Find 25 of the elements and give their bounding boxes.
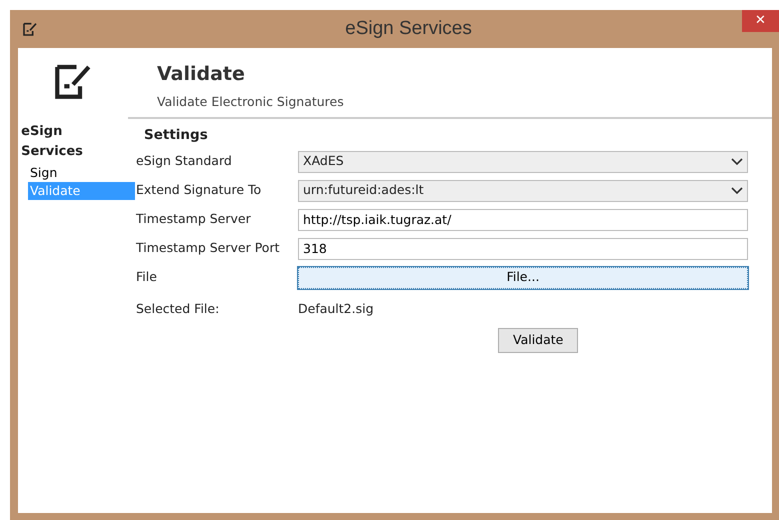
chevron-down-icon bbox=[731, 158, 743, 166]
field-label: Timestamp Server Port bbox=[136, 239, 280, 258]
dropdown-value: XAdES bbox=[303, 152, 344, 170]
dropdown[interactable]: urn:futureid:ades:lt bbox=[298, 180, 748, 202]
chevron-down-icon bbox=[731, 186, 743, 194]
field-label: Timestamp Server bbox=[136, 210, 252, 228]
input-field[interactable]: 318 bbox=[298, 238, 748, 260]
close-button[interactable]: ✕ bbox=[742, 10, 779, 32]
page-subtitle: Validate Electronic Signatures bbox=[157, 92, 345, 111]
field-label: eSign Standard bbox=[136, 152, 233, 170]
page-title: Validate bbox=[157, 62, 246, 87]
input-field[interactable]: http://tsp.iaik.tugraz.at/ bbox=[298, 208, 748, 230]
file-name: Default2.sig bbox=[298, 300, 375, 318]
field-label: File bbox=[136, 268, 158, 286]
sidebar-item[interactable]: Sign bbox=[28, 164, 135, 182]
field-label: Selected File: bbox=[136, 300, 220, 318]
window-title: eSign Services bbox=[345, 16, 472, 41]
field-label: Extend Signature To bbox=[136, 181, 262, 200]
edit-document-icon bbox=[22, 21, 38, 37]
dropdown[interactable]: XAdES bbox=[298, 150, 748, 172]
file-button[interactable]: File... bbox=[298, 266, 748, 288]
dropdown-value: urn:futureid:ades:lt bbox=[303, 181, 424, 200]
sidebar-title: eSign Services bbox=[20, 123, 84, 160]
validate-button[interactable]: Validate bbox=[498, 328, 578, 353]
section-title: Settings bbox=[143, 126, 209, 146]
